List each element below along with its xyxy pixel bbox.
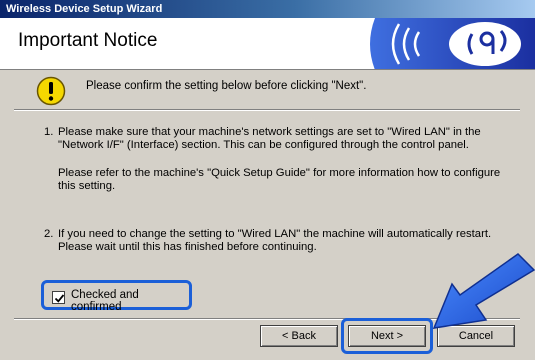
item1-text: Please make sure that your machine's net… bbox=[58, 126, 481, 151]
pointer-arrow-icon bbox=[432, 253, 535, 329]
confirm-checkbox-highlight: Checked and confirmed bbox=[41, 280, 192, 313]
wizard-window: Wireless Device Setup Wizard Important N… bbox=[0, 0, 535, 360]
confirm-checkbox[interactable] bbox=[52, 291, 65, 304]
header-panel: Important Notice bbox=[0, 18, 535, 70]
checkmark-icon bbox=[54, 294, 65, 303]
item2-number: 2. bbox=[44, 228, 54, 240]
back-button[interactable]: < Back bbox=[260, 325, 338, 347]
page-title: Important Notice bbox=[18, 30, 158, 51]
wireless-signal-icon bbox=[370, 18, 535, 69]
item1-number: 1. bbox=[44, 126, 54, 138]
confirm-checkbox-label[interactable]: Checked and confirmed bbox=[71, 289, 189, 313]
item1-note: Please refer to the machine's "Quick Set… bbox=[58, 167, 501, 192]
window-title: Wireless Device Setup Wizard bbox=[6, 3, 163, 15]
notice-text: Please confirm the setting below before … bbox=[86, 80, 367, 92]
warning-icon bbox=[36, 76, 66, 106]
divider bbox=[14, 109, 520, 111]
notice-row: Please confirm the setting below before … bbox=[0, 71, 535, 107]
title-bar[interactable]: Wireless Device Setup Wizard bbox=[0, 0, 535, 18]
